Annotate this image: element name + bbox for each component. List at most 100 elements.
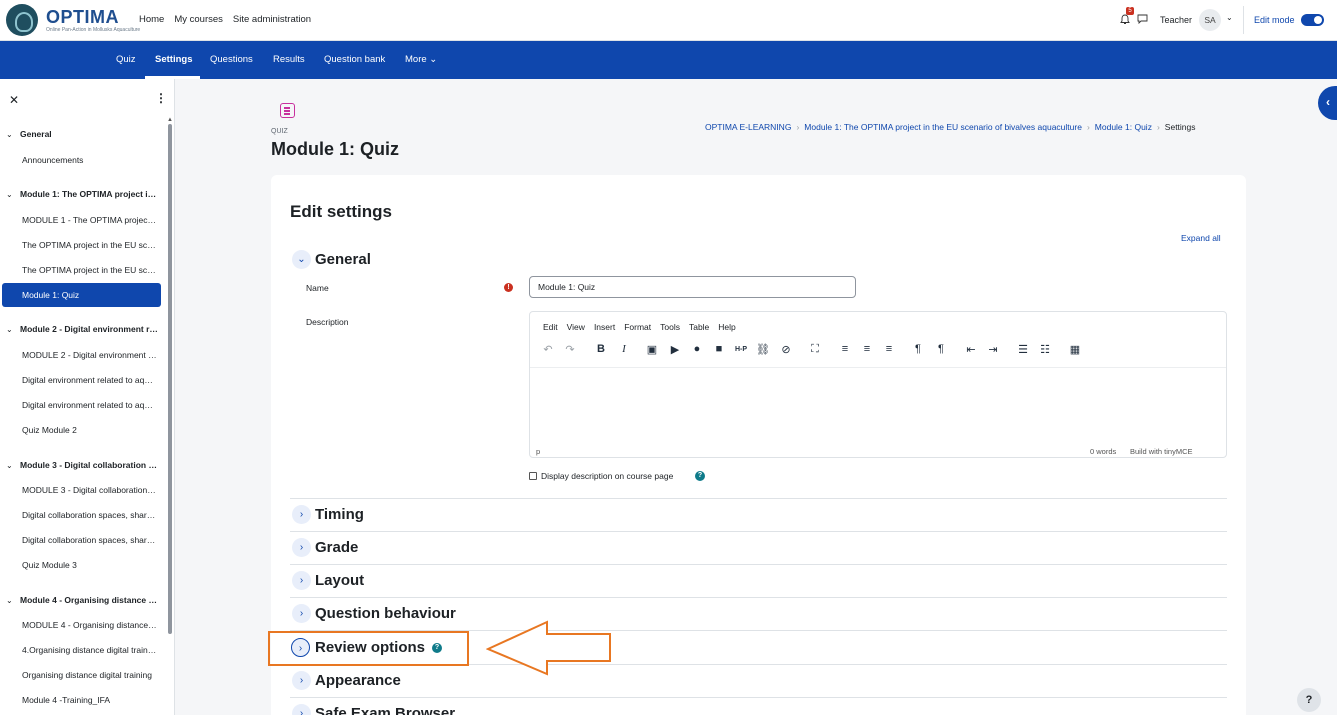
drawer-item[interactable]: The OPTIMA project in the EU scenario of… (22, 240, 157, 250)
drawer-item[interactable]: MODULE 4 - Organising distance digital t… (22, 620, 157, 630)
editor-content-area[interactable] (530, 367, 1226, 445)
drawer-item[interactable]: Digital collaboration spaces, sharing (22, 535, 157, 545)
drawer-item[interactable]: Module 4 -Training_IFA (22, 695, 157, 705)
editor-menu-view[interactable]: View (567, 322, 585, 332)
chevron-down-icon[interactable]: ⌄ (292, 250, 311, 269)
display-description-checkbox[interactable] (529, 472, 537, 480)
name-field[interactable] (529, 276, 856, 298)
brand-name[interactable]: OPTIMA (46, 7, 119, 28)
media-icon[interactable]: ▶ (667, 343, 683, 356)
expand-all-link[interactable]: Expand all (1181, 233, 1221, 243)
calculator-icon[interactable]: ▦ (1067, 343, 1083, 356)
editor-menu-help[interactable]: Help (718, 322, 735, 332)
editor-menu-table[interactable]: Table (689, 322, 709, 332)
edit-mode-toggle[interactable] (1301, 14, 1324, 26)
h5p-icon[interactable]: H-P (733, 343, 749, 357)
bold-icon[interactable]: B (593, 343, 609, 355)
user-avatar[interactable]: SA (1199, 9, 1221, 31)
video-icon[interactable]: ■ (711, 343, 727, 355)
help-icon[interactable]: ? (695, 471, 705, 481)
drawer-item-current[interactable]: Module 1: Quiz (2, 283, 161, 307)
chevron-down-icon[interactable]: ⌄ (6, 325, 13, 334)
drawer-item[interactable]: Quiz Module 3 (22, 560, 157, 570)
help-button[interactable]: ? (1297, 688, 1321, 712)
drawer-section-module-1[interactable]: Module 1: The OPTIMA project in the EU s… (20, 189, 160, 199)
drawer-item[interactable]: MODULE 1 - The OPTIMA project in the EU … (22, 215, 157, 225)
italic-icon[interactable]: I (616, 343, 632, 355)
drawer-item[interactable]: Quiz Module 2 (22, 425, 157, 435)
outdent-icon[interactable]: ⇤ (963, 343, 979, 356)
drawer-item[interactable]: 4.Organising distance digital trainings (22, 645, 157, 655)
notification-bell-icon[interactable] (1120, 14, 1130, 25)
breadcrumb-item[interactable]: OPTIMA E-LEARNING (705, 122, 791, 132)
chevron-right-icon[interactable]: › (292, 571, 311, 590)
drawer-item[interactable]: Digital environment related to aquacultu… (22, 375, 157, 385)
drawer-item[interactable]: Digital collaboration spaces, sharing (22, 510, 157, 520)
chevron-right-icon[interactable]: › (292, 505, 311, 524)
redo-icon[interactable]: ↷ (562, 343, 578, 356)
drawer-item[interactable]: The OPTIMA project in the EU scenario of… (22, 265, 157, 275)
chevron-down-icon[interactable]: ⌄ (1226, 13, 1233, 22)
chevron-down-icon[interactable]: ⌄ (6, 596, 13, 605)
indent-icon[interactable]: ⇥ (985, 343, 1001, 356)
breadcrumb-item[interactable]: Module 1: The OPTIMA project in the EU s… (804, 122, 1082, 132)
section-timing-title[interactable]: Timing (315, 506, 364, 523)
tab-quiz[interactable]: Quiz (116, 54, 136, 65)
drawer-item[interactable]: Digital environment related to aquacultu… (22, 400, 157, 410)
chevron-right-icon[interactable]: › (292, 671, 311, 690)
section-appearance-title[interactable]: Appearance (315, 672, 401, 689)
drawer-scrollbar[interactable] (168, 124, 172, 634)
link-icon[interactable]: ⛓ (755, 343, 771, 356)
drawer-section-module-2[interactable]: Module 2 - Digital environment related t… (20, 324, 160, 334)
nav-home[interactable]: Home (139, 14, 164, 25)
scroll-up-icon[interactable]: ▲ (167, 117, 173, 123)
align-right-icon[interactable]: ≡ (881, 343, 897, 355)
microphone-icon[interactable]: ● (689, 343, 705, 355)
align-center-icon[interactable]: ≡ (859, 343, 875, 355)
open-block-drawer-button[interactable]: ‹ (1318, 86, 1337, 120)
section-question-behaviour-title[interactable]: Question behaviour (315, 605, 456, 622)
nav-my-courses[interactable]: My courses (174, 14, 223, 25)
drawer-item[interactable]: MODULE 3 - Digital collaboration spaces (22, 485, 157, 495)
nav-site-administration[interactable]: Site administration (233, 14, 311, 25)
tinymce-credit[interactable]: Build with tinyMCE (1130, 447, 1193, 456)
tab-question-bank[interactable]: Question bank (324, 54, 385, 65)
section-grade-title[interactable]: Grade (315, 539, 358, 556)
editor-menu-tools[interactable]: Tools (660, 322, 680, 332)
editor-menu-edit[interactable]: Edit (543, 322, 558, 332)
numbered-list-icon[interactable]: ☷ (1037, 343, 1053, 356)
tab-questions[interactable]: Questions (210, 54, 253, 65)
drawer-section-general[interactable]: General (20, 129, 160, 139)
tab-results[interactable]: Results (273, 54, 305, 65)
unlink-icon[interactable]: ⊘ (778, 343, 794, 356)
chevron-right-icon[interactable]: › (292, 538, 311, 557)
tab-settings[interactable]: Settings (155, 54, 192, 65)
editor-menu-insert[interactable]: Insert (594, 322, 615, 332)
drawer-item[interactable]: Organising distance digital training (22, 670, 157, 680)
section-layout-title[interactable]: Layout (315, 572, 364, 589)
editor-menu-format[interactable]: Format (624, 322, 651, 332)
section-general-title[interactable]: General (315, 251, 371, 268)
ltr-icon[interactable]: ¶ (910, 343, 926, 355)
align-left-icon[interactable]: ≡ (837, 343, 853, 355)
breadcrumb-item[interactable]: Module 1: Quiz (1095, 122, 1152, 132)
more-options-icon[interactable]: ⋮ (155, 91, 167, 105)
rtl-icon[interactable]: ¶ (933, 343, 949, 355)
optima-logo[interactable] (6, 4, 38, 36)
bullet-list-icon[interactable]: ☰ (1015, 343, 1031, 356)
undo-icon[interactable]: ↶ (540, 343, 556, 356)
section-safe-exam-browser-title[interactable]: Safe Exam Browser (315, 705, 455, 715)
drawer-section-module-3[interactable]: Module 3 - Digital collaboration spaces (20, 460, 160, 470)
chevron-down-icon[interactable]: ⌄ (6, 130, 13, 139)
close-icon[interactable]: ✕ (9, 93, 19, 107)
chevron-right-icon[interactable]: › (292, 604, 311, 623)
chevron-down-icon[interactable]: ⌄ (6, 461, 13, 470)
tab-more[interactable]: More ⌄ (405, 54, 437, 65)
drawer-item[interactable]: MODULE 2 - Digital environment related t… (22, 350, 157, 360)
messages-icon[interactable] (1137, 14, 1148, 24)
chevron-down-icon[interactable]: ⌄ (6, 190, 13, 199)
drawer-item[interactable]: Announcements (22, 155, 157, 165)
drawer-section-module-4[interactable]: Module 4 - Organising distance digital t… (20, 595, 160, 605)
image-icon[interactable]: ▣ (644, 343, 660, 356)
fullscreen-icon[interactable]: ⛶ (807, 343, 823, 356)
